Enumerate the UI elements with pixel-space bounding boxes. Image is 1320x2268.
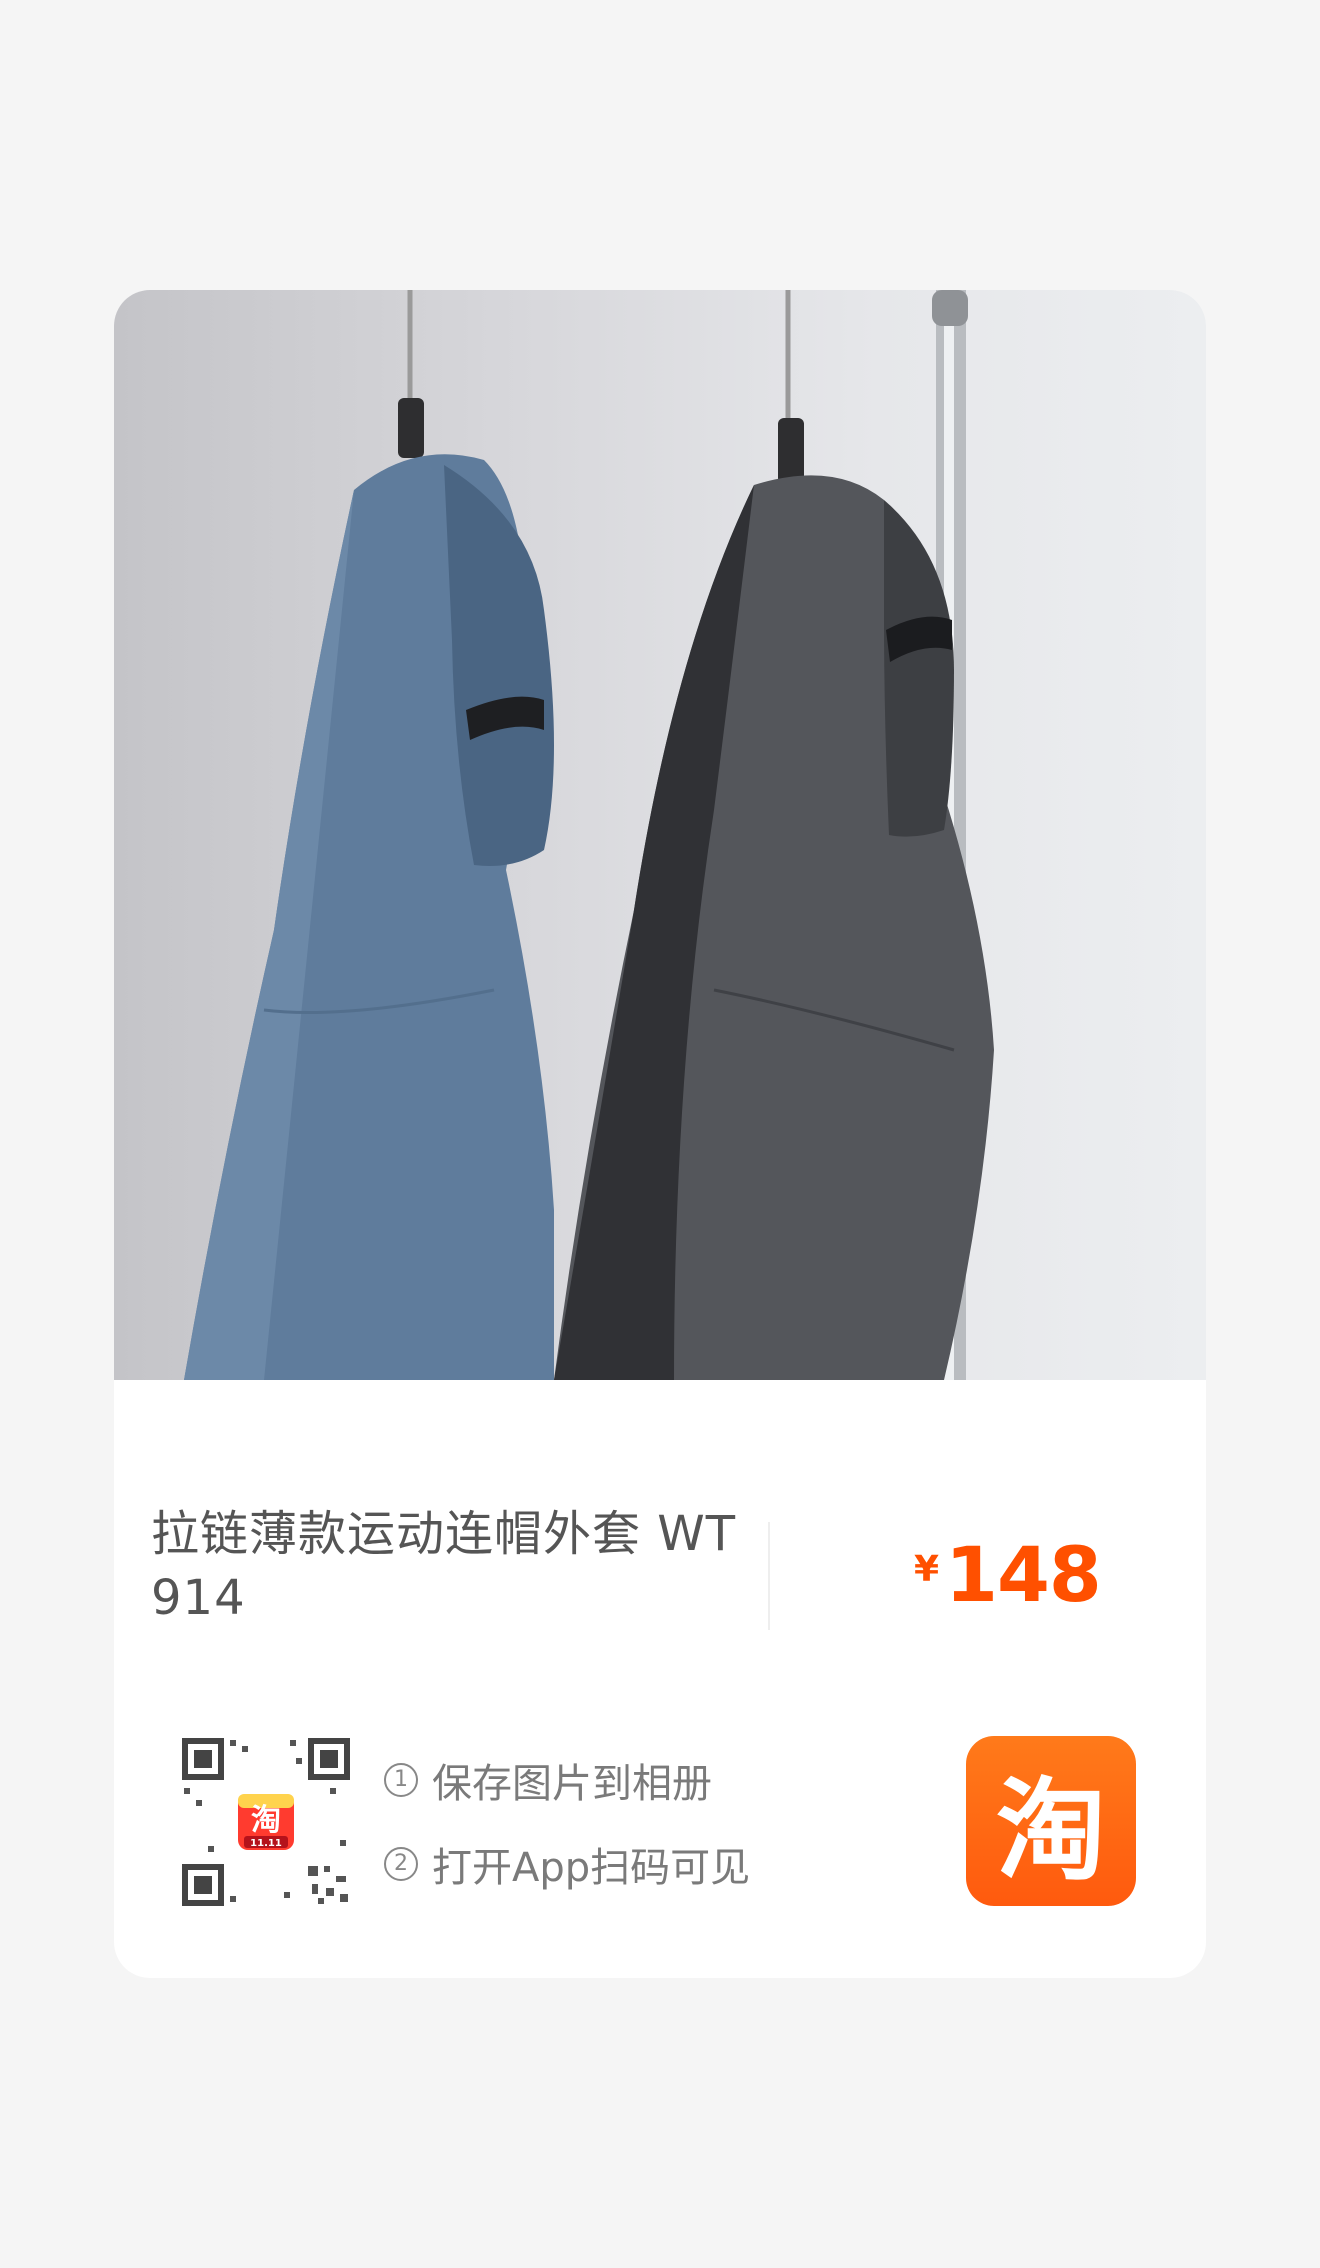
step-2-text: 打开App扫码可见 xyxy=(432,1845,751,1891)
product-title[interactable]: 拉链薄款运动连帽外套 WT 914 xyxy=(151,1502,751,1630)
product-price: ¥148 xyxy=(914,1530,1102,1619)
taobao-logo[interactable]: 淘 xyxy=(966,1736,1136,1906)
step-2-number: 2 xyxy=(384,1847,418,1881)
price-currency: ¥ xyxy=(914,1549,940,1590)
scan-instructions: 1 保存图片到相册 2 打开App扫码可见 xyxy=(384,1748,750,1916)
step-save-image: 1 保存图片到相册 xyxy=(384,1748,750,1812)
divider xyxy=(768,1522,770,1630)
price-amount: 148 xyxy=(945,1530,1102,1619)
step-1-number: 1 xyxy=(384,1763,418,1797)
step-open-app: 2 打开App扫码可见 xyxy=(384,1832,750,1896)
qr-code[interactable]: 淘 11.11 xyxy=(180,1736,352,1908)
qr-finder-bottom-left xyxy=(182,1864,224,1906)
product-photo xyxy=(114,290,1206,1380)
qr-center-badge: 淘 11.11 xyxy=(234,1790,298,1854)
qr-finder-top-right xyxy=(308,1738,350,1780)
step-1-text: 保存图片到相册 xyxy=(432,1761,712,1807)
taobao-logo-icon: 淘 xyxy=(996,1767,1106,1895)
share-card: 拉链薄款运动连帽外套 WT 914 ¥148 淘 11.11 1 保存图片到相册… xyxy=(114,290,1206,1978)
qr-badge-icon: 淘 xyxy=(251,1803,281,1838)
qr-finder-top-left xyxy=(182,1738,224,1780)
qr-badge-event: 11.11 xyxy=(250,1838,282,1849)
